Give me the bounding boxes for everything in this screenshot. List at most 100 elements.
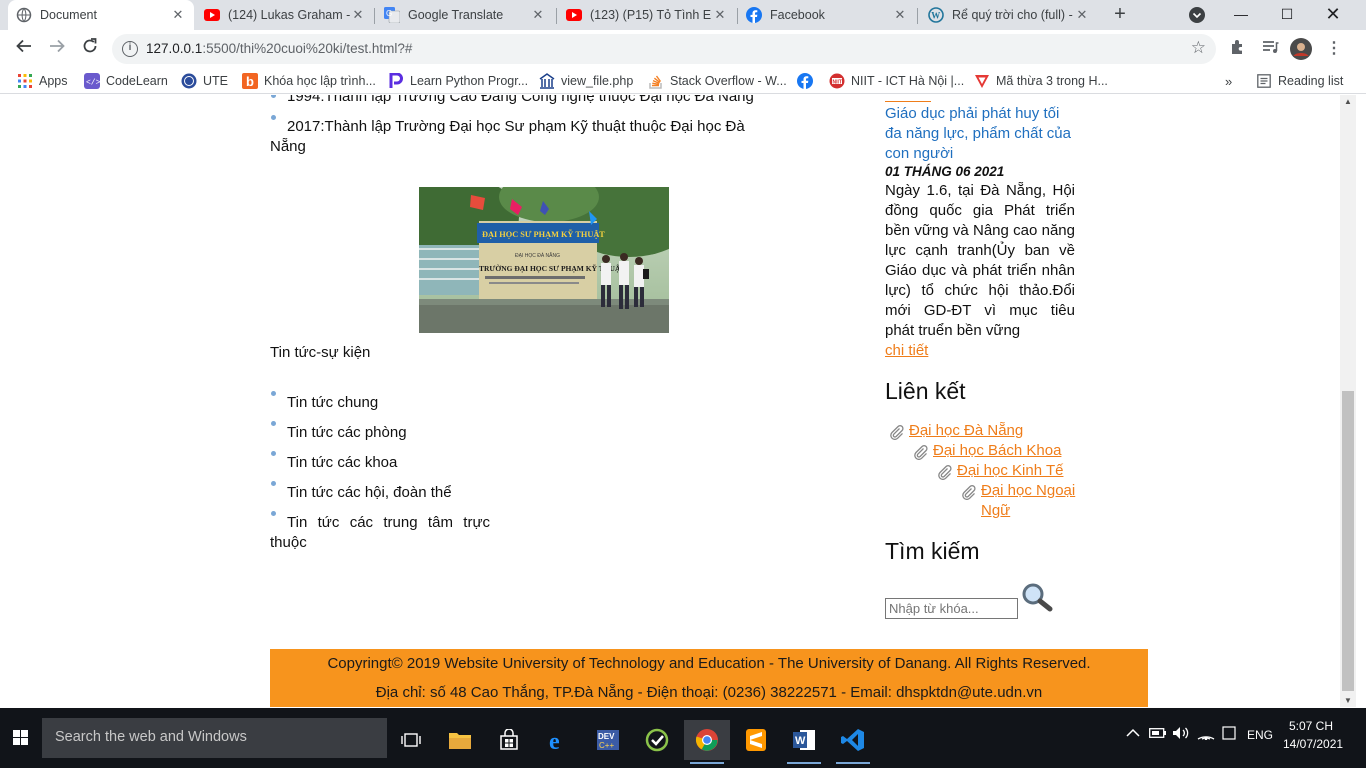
link-dai-hoc-bach-khoa[interactable]: Đại học Bách Khoa: [933, 442, 1061, 459]
forward-button[interactable]: [45, 37, 69, 61]
search-submit-button[interactable]: [1021, 582, 1055, 616]
profile-avatar[interactable]: [1290, 38, 1312, 60]
file-explorer-app[interactable]: [437, 720, 483, 760]
taskbar-search-box[interactable]: Search the web and Windows: [42, 718, 387, 758]
close-tab-icon[interactable]: ✕: [350, 7, 366, 23]
paperclip-icon: [937, 464, 953, 484]
tray-expand-chevron-icon[interactable]: [1126, 727, 1140, 741]
bookmark-learn-python[interactable]: Learn Python Progr...: [388, 72, 528, 90]
news-item-centers-cont[interactable]: thuộc: [270, 534, 307, 551]
scroll-down-arrow-icon[interactable]: ▼: [1344, 696, 1352, 705]
news-item-general[interactable]: Tin tức chung: [287, 394, 378, 411]
tab-title: Document: [40, 8, 97, 22]
bookmark-codelearn[interactable]: </> CodeLearn: [84, 72, 168, 90]
link-dai-hoc-ngoai-ngu-cont[interactable]: Ngữ: [981, 502, 1010, 519]
article-title-line-3[interactable]: con người: [885, 145, 953, 162]
page-scrollbar[interactable]: ▲ ▼: [1340, 95, 1356, 707]
tab-youtube-lukas[interactable]: (124) Lukas Graham - ✕: [196, 0, 374, 30]
task-view-button[interactable]: [388, 720, 434, 760]
word-app[interactable]: W: [781, 720, 827, 764]
article-title-line-1[interactable]: Giáo dục phải phát huy tối: [885, 105, 1059, 122]
site-info-icon[interactable]: i: [122, 41, 138, 57]
bookmark-khoa-hoc[interactable]: b Khóa học lập trình...: [242, 72, 376, 90]
magnifier-icon: [1022, 583, 1053, 612]
folder-icon: [449, 733, 471, 749]
close-window-button[interactable]: ✕: [1310, 0, 1356, 30]
address-bar[interactable]: i 127.0.0.1:5500/thi%20cuoi%20ki/test.ht…: [112, 34, 1216, 64]
bullet-icon: [271, 481, 276, 486]
kebab-menu-icon[interactable]: ⋮: [1323, 38, 1345, 60]
bookmark-view-file[interactable]: view_file.php: [539, 72, 633, 90]
keyword-search-input[interactable]: [885, 598, 1018, 619]
google-translate-icon: G: [384, 7, 400, 23]
news-item-departments[interactable]: Tin tức các phòng: [287, 424, 407, 441]
tab-facebook[interactable]: Facebook ✕: [738, 0, 916, 30]
close-tab-icon[interactable]: ✕: [530, 7, 546, 23]
bookmark-apps[interactable]: Apps: [17, 72, 68, 90]
sublime-text-app[interactable]: [733, 720, 779, 760]
wifi-icon[interactable]: [1197, 726, 1215, 743]
sidebar-divider: [885, 95, 931, 102]
maximize-button[interactable]: ☐: [1264, 0, 1310, 30]
chrome-app[interactable]: [684, 720, 730, 764]
tab-wordpress-re-quy[interactable]: W Rể quý trời cho (full) - ✕: [920, 0, 1098, 30]
clock-date[interactable]: 14/07/2021: [1283, 737, 1343, 751]
close-tab-icon[interactable]: ✕: [712, 7, 728, 23]
link-dai-hoc-ngoai-ngu[interactable]: Đại học Ngoại: [981, 482, 1075, 499]
vscode-icon: [841, 729, 864, 751]
tab-title: Facebook: [770, 8, 825, 22]
extensions-puzzle-icon[interactable]: [1227, 38, 1249, 60]
close-tab-icon[interactable]: ✕: [892, 7, 908, 23]
bookmark-star-icon[interactable]: ☆: [1191, 38, 1206, 58]
tab-google-translate[interactable]: G Google Translate ✕: [376, 0, 554, 30]
footer-contact: Địa chỉ: số 48 Cao Thắng, TP.Đà Nẵng - Đ…: [375, 684, 1043, 701]
close-tab-icon[interactable]: ✕: [1074, 7, 1090, 23]
bookmark-stack-overflow[interactable]: Stack Overflow - W...: [648, 72, 787, 90]
bookmark-ute[interactable]: UTE: [181, 72, 228, 90]
input-language[interactable]: ENG: [1247, 728, 1273, 742]
links-heading: Liên kết: [885, 378, 966, 404]
battery-icon[interactable]: [1149, 727, 1167, 742]
speaker-icon[interactable]: [1172, 726, 1190, 743]
vscode-app[interactable]: [830, 720, 876, 764]
address-url[interactable]: 127.0.0.1:5500/thi%20cuoi%20ki/test.html…: [146, 41, 412, 56]
detail-link[interactable]: chi tiết: [885, 342, 928, 359]
bookmark-niit[interactable]: NIIT NIIT - ICT Hà Nội |...: [829, 72, 964, 90]
greenshot-app[interactable]: [634, 720, 680, 760]
scroll-up-arrow-icon[interactable]: ▲: [1344, 97, 1352, 106]
bookmark-label: UTE: [203, 74, 228, 88]
back-button[interactable]: [12, 37, 36, 61]
link-dai-hoc-da-nang[interactable]: Đại học Đà Nẵng: [909, 422, 1023, 439]
news-item-faculties[interactable]: Tin tức các khoa: [287, 454, 397, 471]
more-bookmarks-chevron-icon[interactable]: »: [1225, 72, 1232, 90]
news-item-associations[interactable]: Tin tức các hội, đoàn thể: [287, 484, 452, 501]
close-tab-icon[interactable]: ✕: [170, 7, 186, 23]
dev-cpp-app[interactable]: DEV C++: [585, 720, 631, 760]
link-dai-hoc-kinh-te[interactable]: Đại học Kinh Tế: [957, 462, 1063, 479]
new-tab-button[interactable]: +: [1108, 3, 1132, 27]
reload-button[interactable]: [78, 37, 102, 61]
article-body-line: mới GD-ĐT vì mục tiêu: [885, 302, 1075, 319]
reload-icon: [83, 38, 97, 53]
edge-app[interactable]: e: [536, 720, 582, 760]
media-queue-icon[interactable]: [1259, 38, 1281, 60]
store-app[interactable]: [486, 720, 532, 760]
minimize-button[interactable]: —: [1218, 0, 1264, 30]
niit-icon: NIIT: [829, 73, 845, 89]
clock-time[interactable]: 5:07 CH: [1283, 719, 1339, 733]
bookmark-ma-thua[interactable]: Mã thừa 3 trong H...: [974, 72, 1108, 90]
article-title-line-2[interactable]: đa năng lực, phẩm chất của: [885, 125, 1071, 142]
scrollbar-thumb[interactable]: [1342, 391, 1354, 691]
tab-search-button[interactable]: [1187, 5, 1207, 25]
bookmark-label: Khóa học lập trình...: [264, 74, 376, 88]
start-button[interactable]: [0, 718, 42, 758]
reading-list-button[interactable]: Reading list: [1256, 72, 1343, 90]
tab-document[interactable]: Document ✕: [8, 0, 194, 30]
news-item-centers[interactable]: Tin tức các trung tâm trực: [287, 514, 490, 531]
action-center-icon[interactable]: [1222, 726, 1236, 743]
paperclip-icon: [889, 424, 905, 444]
bookmark-facebook[interactable]: [797, 72, 819, 90]
tab-youtube-to-tinh[interactable]: (123) (P15) Tỏ Tình Em ✕: [558, 0, 736, 30]
bullet-icon: [271, 95, 276, 98]
bookmarks-bar: Apps </> CodeLearn UTE b Khóa học lập tr…: [0, 68, 1366, 94]
